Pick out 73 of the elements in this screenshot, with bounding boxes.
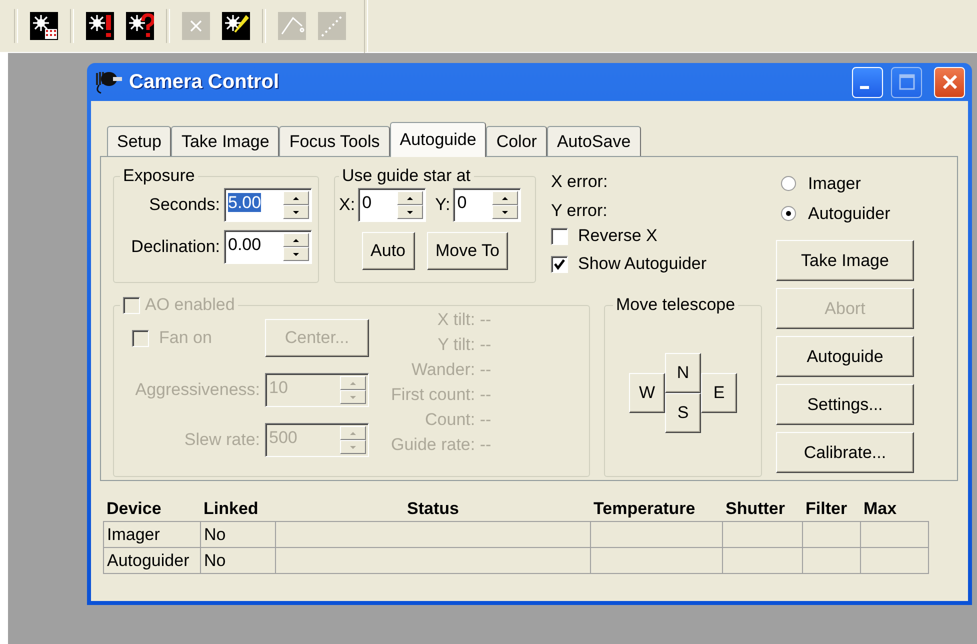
checkbox-label: Show Autoguider <box>578 254 707 274</box>
field-label: Slew rate: <box>183 430 260 450</box>
table-cell: No <box>200 548 276 574</box>
tab[interactable]: Color <box>486 126 547 156</box>
star-question-icon[interactable] <box>123 9 157 43</box>
radio-label: Imager <box>808 174 861 194</box>
close-icon <box>942 75 956 89</box>
action-button[interactable]: Autoguide <box>776 336 914 377</box>
tab[interactable]: Autoguide <box>390 122 486 157</box>
push-button[interactable]: Move To <box>426 232 508 270</box>
field-label: Declination: <box>130 237 220 257</box>
column-header: Device <box>104 497 200 522</box>
spin-buttons[interactable] <box>397 189 426 221</box>
column-header: Linked <box>200 497 276 522</box>
checkbox-label: AO enabled <box>145 295 235 315</box>
west-button[interactable]: W <box>629 373 665 413</box>
action-button[interactable]: Calibrate... <box>776 432 914 473</box>
checkbox-label: Fan on <box>159 328 212 348</box>
error-label: Y error: <box>551 200 608 222</box>
star-exclamation-icon[interactable] <box>83 9 117 43</box>
north-button[interactable]: N <box>665 353 701 393</box>
camera-icon <box>93 69 123 95</box>
maximize-icon <box>898 74 914 90</box>
radio-label: Autoguider <box>808 204 890 224</box>
group-title: Exposure <box>122 166 196 186</box>
table-cell: Imager <box>104 522 200 548</box>
star-pin-icon[interactable] <box>219 9 253 43</box>
field-label: Seconds: <box>148 195 220 215</box>
window-title: Camera Control <box>129 70 280 94</box>
table-cell: Autoguider <box>104 548 200 574</box>
field-label: Y: <box>435 195 450 215</box>
readout-text: Guide rate: -- <box>391 434 492 456</box>
field-label: X: <box>339 195 356 215</box>
checkbox-label: Reverse X <box>578 226 658 246</box>
error-label: X error: <box>551 171 609 193</box>
table-cell: No <box>200 522 276 548</box>
column-header: Temperature <box>590 497 722 522</box>
group-title: Use guide star at <box>341 166 472 186</box>
readout-text: Y tilt: -- <box>438 334 492 356</box>
action-button[interactable]: Settings... <box>776 384 914 425</box>
spin-field[interactable]: 0.00 <box>224 230 312 264</box>
tab[interactable]: Take Image <box>171 126 280 156</box>
east-button[interactable]: E <box>701 373 737 413</box>
checkbox[interactable] <box>551 228 568 244</box>
push-button[interactable]: Auto <box>362 232 415 270</box>
tab[interactable]: Focus Tools <box>279 126 390 156</box>
tab[interactable]: Setup <box>107 126 172 156</box>
column-header: Filter <box>802 497 860 522</box>
spin-buttons[interactable] <box>283 231 311 263</box>
column-header: Shutter <box>722 497 802 522</box>
spin-buttons[interactable] <box>492 189 520 221</box>
star-grid-icon[interactable] <box>27 9 61 43</box>
south-button[interactable]: S <box>665 393 701 433</box>
minimize-button[interactable] <box>852 66 883 98</box>
minimize-icon <box>860 86 869 88</box>
column-header: Status <box>276 497 590 522</box>
tab[interactable]: AutoSave <box>546 126 641 156</box>
spin-field[interactable]: 0 <box>453 188 522 222</box>
close-button[interactable] <box>934 66 965 98</box>
spin-field[interactable]: 0 <box>358 188 426 222</box>
readout-text: Count: -- <box>425 409 492 431</box>
readout-text: Wander: -- <box>411 359 492 381</box>
group-title: Move telescope <box>615 295 736 315</box>
spin-field[interactable]: 5.00 <box>224 188 312 222</box>
readout-text: First count: -- <box>391 384 492 406</box>
radio-button[interactable] <box>781 176 796 191</box>
radio-button[interactable] <box>781 206 796 221</box>
action-button[interactable]: Take Image <box>776 240 914 281</box>
column-header: Max <box>860 497 928 522</box>
checkbox[interactable] <box>551 256 568 272</box>
spin-buttons[interactable] <box>283 189 311 221</box>
field-label: Aggressiveness: <box>134 380 260 400</box>
readout-text: X tilt: -- <box>437 309 492 331</box>
